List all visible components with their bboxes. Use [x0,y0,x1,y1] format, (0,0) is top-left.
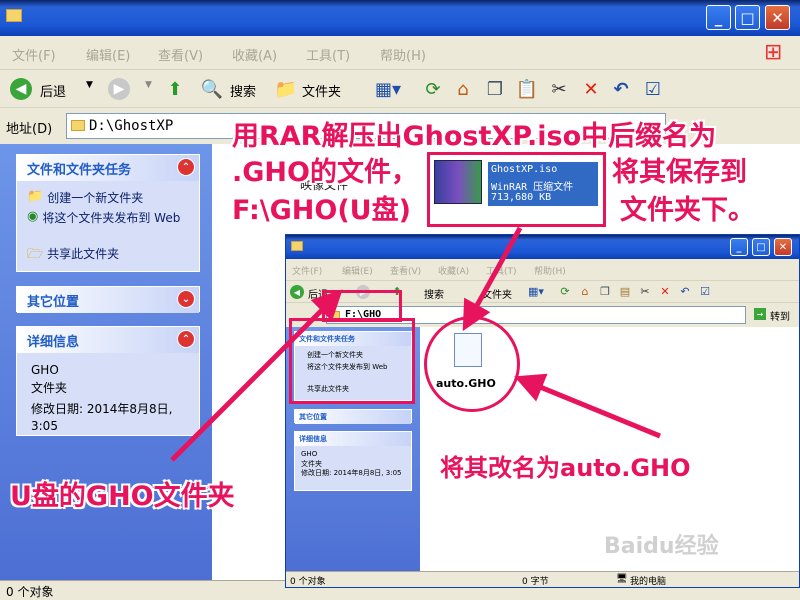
save-line-2: 文件夹下。 [620,195,755,226]
arrow-to-inner-file [462,226,523,332]
instruction-line-3: F:\GHO(U盘) [232,195,411,226]
rename-instruction: 将其改名为auto.GHO [440,454,691,482]
save-line-1: 将其保存到 [612,157,747,188]
arrow-from-rename-label [514,373,661,439]
instruction-line-1: 用RAR解压出GhostXP.iso中后缀名为 [232,121,717,152]
arrow-from-usb-label [170,289,343,462]
usb-folder-label: U盘的GHO文件夹 [10,481,235,512]
baidu-watermark: Baidu经验 [604,534,719,559]
instruction-line-2: .GHO的文件， [232,157,418,188]
